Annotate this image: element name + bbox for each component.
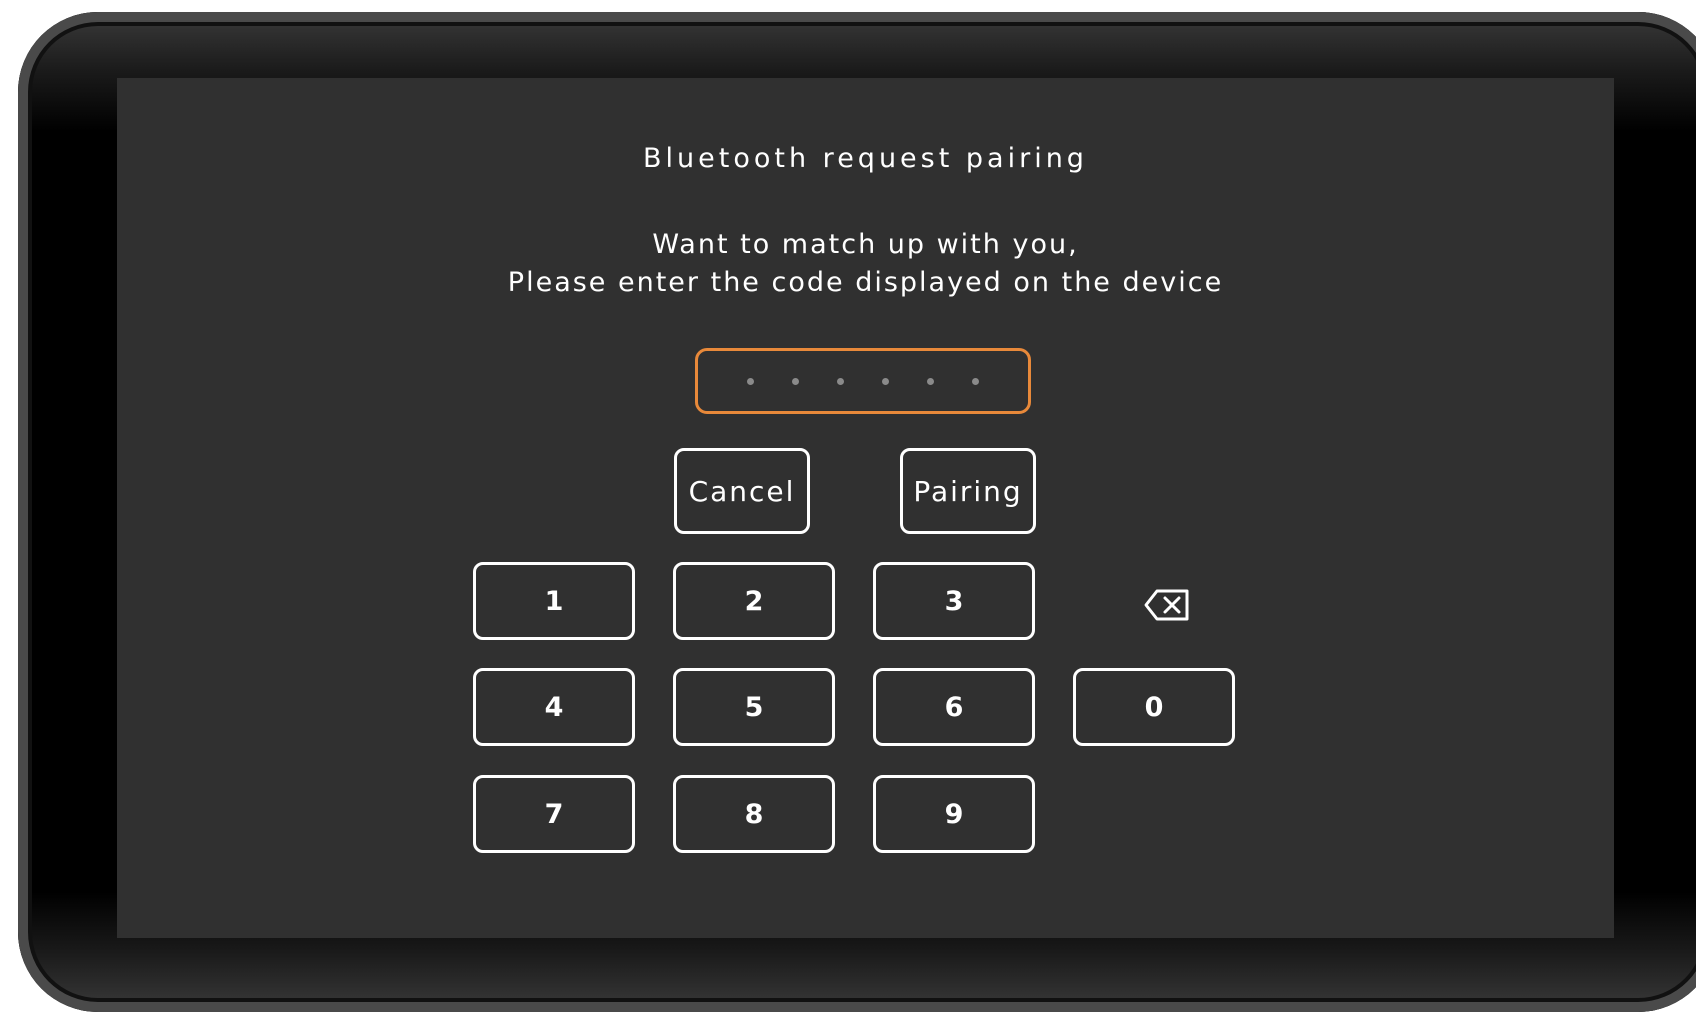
key-0[interactable]: 0 [1073, 668, 1235, 746]
backspace-icon [1144, 589, 1189, 621]
dialog-message: Want to match up with you, Please enter … [117, 226, 1614, 302]
key-2[interactable]: 2 [673, 562, 835, 640]
code-placeholder-dot [837, 377, 844, 385]
code-placeholder-dot [972, 377, 979, 385]
pairing-screen: Bluetooth request pairing Want to match … [117, 78, 1614, 938]
pairing-button[interactable]: Pairing [900, 448, 1036, 534]
key-8[interactable]: 8 [673, 775, 835, 853]
dialog-title: Bluetooth request pairing [643, 143, 1088, 174]
backspace-button[interactable] [1137, 580, 1197, 630]
code-placeholder-dot [747, 377, 754, 385]
code-placeholder-dot [792, 377, 799, 385]
key-5[interactable]: 5 [673, 668, 835, 746]
key-1[interactable]: 1 [473, 562, 635, 640]
key-3[interactable]: 3 [873, 562, 1035, 640]
message-line-2: Please enter the code displayed on the d… [507, 267, 1224, 298]
key-9[interactable]: 9 [873, 775, 1035, 853]
code-placeholder-dot [927, 377, 934, 385]
key-7[interactable]: 7 [473, 775, 635, 853]
key-4[interactable]: 4 [473, 668, 635, 746]
message-line-1: Want to match up with you, [652, 229, 1079, 260]
cancel-button[interactable]: Cancel [674, 448, 810, 534]
code-placeholder-dot [882, 377, 889, 385]
pairing-code-input[interactable] [695, 348, 1031, 414]
key-6[interactable]: 6 [873, 668, 1035, 746]
